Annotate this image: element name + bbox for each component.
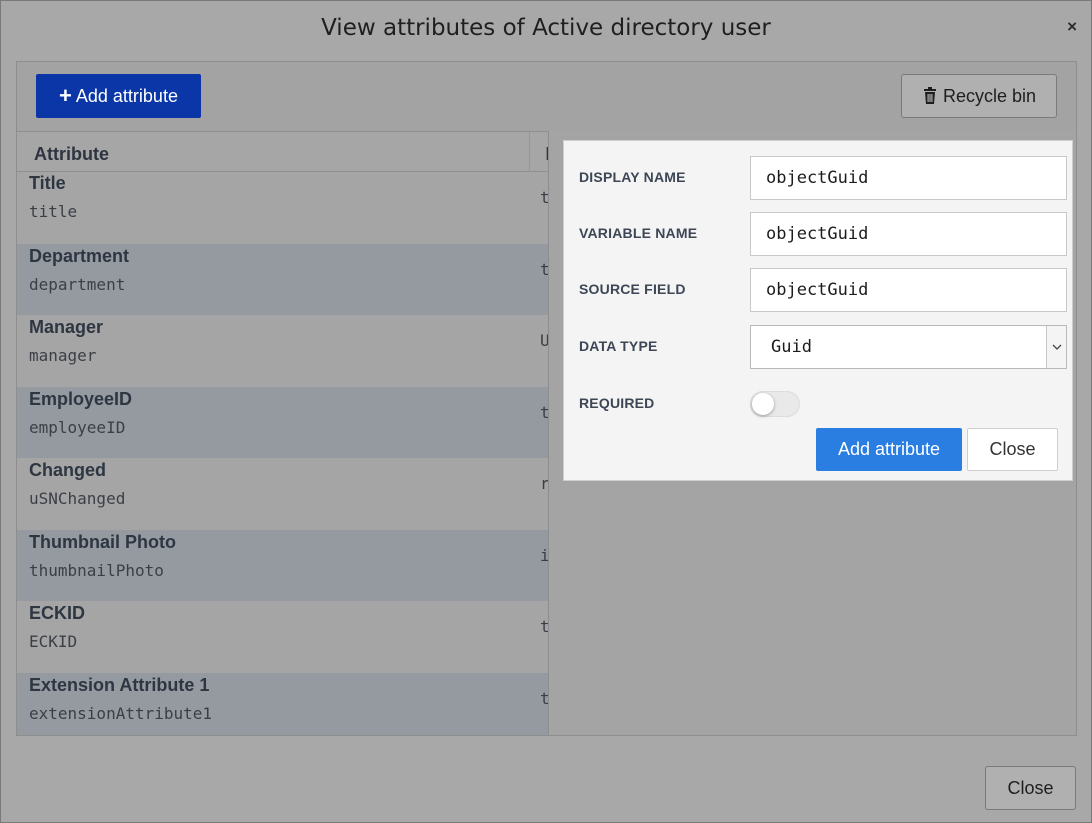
- attribute-variable-name: ECKID: [29, 632, 78, 651]
- form-close-button[interactable]: Close: [967, 428, 1058, 471]
- plus-icon: +: [59, 83, 72, 108]
- add-attribute-form: DISPLAY NAME objectGuid VARIABLE NAME ob…: [563, 140, 1073, 481]
- variable-name-label: VARIABLE NAME: [579, 225, 698, 241]
- attribute-variable-name: extensionAttribute1: [29, 703, 213, 723]
- attribute-display-name: Manager: [29, 317, 104, 337]
- data-type-value: Guid: [771, 337, 812, 357]
- attribute-display-name: ECKID: [29, 603, 86, 623]
- attribute-table-body: Title title t Department department t Ma…: [17, 172, 550, 735]
- close-icon[interactable]: ×: [1067, 18, 1077, 35]
- attribute-variable-name: department: [29, 274, 126, 294]
- dialog-close-button[interactable]: Close: [985, 766, 1076, 810]
- recycle-bin-label: Recycle bin: [942, 85, 1037, 106]
- table-row[interactable]: Department department t: [17, 243, 550, 315]
- attribute-display-name: Changed: [29, 460, 107, 480]
- table-row[interactable]: Manager manager U: [17, 315, 550, 387]
- attribute-variable-name: employeeID: [29, 417, 126, 437]
- table-row[interactable]: Changed uSNChanged r: [17, 458, 550, 530]
- column-header-attribute[interactable]: Attribute: [34, 144, 109, 165]
- attribute-variable-name: thumbnailPhoto: [29, 560, 164, 580]
- variable-name-input[interactable]: objectGuid: [750, 212, 1067, 256]
- attribute-display-name: Title: [29, 173, 66, 193]
- attribute-variable-name: manager: [29, 346, 97, 365]
- attributes-dialog: View attributes of Active directory user…: [0, 0, 1092, 823]
- source-field-label: SOURCE FIELD: [579, 281, 686, 297]
- table-row[interactable]: ECKID ECKID t: [17, 601, 550, 673]
- table-row[interactable]: EmployeeID employeeID t: [17, 386, 550, 458]
- source-field-input[interactable]: objectGuid: [750, 268, 1067, 312]
- recycle-bin-button[interactable]: Recycle bin: [901, 74, 1057, 118]
- required-toggle[interactable]: [750, 391, 800, 417]
- data-type-label: DATA TYPE: [579, 338, 658, 354]
- add-attribute-submit-button[interactable]: Add attribute: [816, 428, 962, 471]
- attribute-variable-name: uSNChanged: [29, 489, 126, 508]
- attribute-display-name: Thumbnail Photo: [29, 531, 176, 552]
- display-name-input[interactable]: objectGuid: [750, 156, 1067, 200]
- chevron-down-icon[interactable]: [1046, 326, 1066, 368]
- trash-icon: [922, 87, 938, 105]
- table-row[interactable]: Thumbnail Photo thumbnailPhoto i: [17, 529, 550, 601]
- data-type-select[interactable]: Guid: [750, 325, 1067, 369]
- attribute-variable-name: title: [29, 202, 78, 221]
- add-attribute-label: Add attribute: [75, 85, 178, 106]
- table-row[interactable]: Extension Attribute 1 extensionAttribute…: [17, 672, 550, 735]
- attribute-display-name: Department: [29, 245, 130, 266]
- attribute-display-name: Extension Attribute 1: [29, 674, 210, 695]
- attribute-display-name: EmployeeID: [29, 388, 133, 409]
- display-name-label: DISPLAY NAME: [579, 169, 686, 185]
- toggle-knob: [752, 393, 774, 415]
- add-attribute-button[interactable]: + Add attribute: [36, 74, 201, 118]
- required-label: REQUIRED: [579, 395, 655, 411]
- table-header: Attribute: [17, 131, 548, 172]
- dialog-title: View attributes of Active directory user: [321, 15, 771, 41]
- table-row[interactable]: Title title t: [17, 172, 550, 244]
